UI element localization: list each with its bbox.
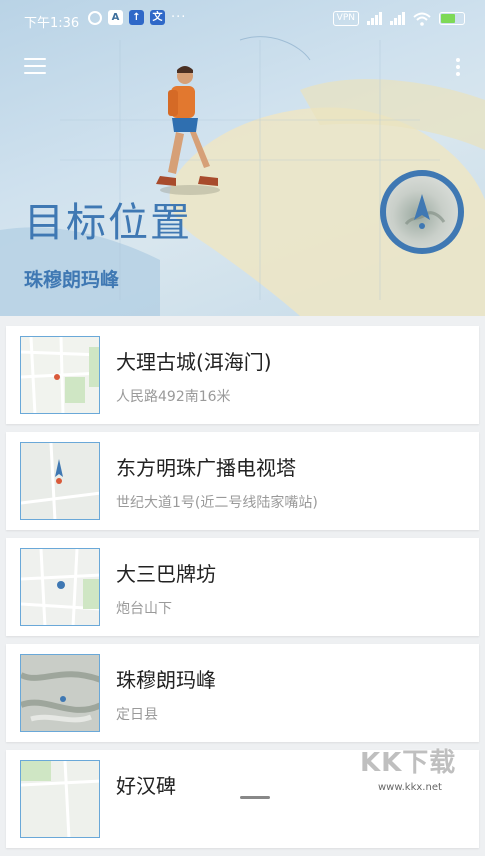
watermark-logo: KK下载 <box>360 748 457 778</box>
status-bar: 下午1:36 A ↑ 文 ··· VPN <box>0 0 485 40</box>
item-title: 珠穆朗玛峰 <box>116 668 216 692</box>
a-app-icon: A <box>108 10 123 25</box>
signal-icon <box>367 12 382 25</box>
watermark: KK下载 www.kkx.net <box>360 742 480 797</box>
item-title: 东方明珠广播电视塔 <box>116 456 296 480</box>
status-time: 下午1:36 <box>24 16 80 31</box>
translate-icon: 文 <box>150 10 165 25</box>
signal-icon <box>390 12 405 25</box>
target-location-name: 珠穆朗玛峰 <box>24 269 120 291</box>
header-banner: 下午1:36 A ↑ 文 ··· VPN 目标位置 珠穆朗玛峰 <box>0 0 485 316</box>
upload-icon: ↑ <box>129 10 144 25</box>
watermark-url: www.kkx.net <box>378 782 442 793</box>
item-title: 大三巴牌坊 <box>116 562 216 586</box>
map-thumbnail <box>20 336 100 414</box>
alarm-icon <box>88 10 102 25</box>
item-title: 大理古城(洱海门) <box>116 350 272 374</box>
list-item[interactable]: 大理古城(洱海门) 人民路492南16米 <box>6 326 479 424</box>
more-options-icon[interactable] <box>455 58 461 78</box>
location-compass-button[interactable] <box>380 170 464 254</box>
item-address: 炮台山下 <box>116 601 172 617</box>
menu-icon[interactable] <box>24 58 46 76</box>
more-notifications: ··· <box>171 10 187 25</box>
map-thumbnail <box>20 442 100 520</box>
list-item[interactable]: 大三巴牌坊 炮台山下 <box>6 538 479 636</box>
wifi-icon <box>413 12 431 26</box>
item-address: 世纪大道1号(近二号线陆家嘴站) <box>116 495 318 511</box>
item-address: 定日县 <box>116 707 158 723</box>
page-title: 目标位置 <box>24 200 192 246</box>
map-thumbnail <box>20 760 100 838</box>
battery-icon <box>439 12 465 25</box>
vpn-badge: VPN <box>332 11 359 26</box>
navigation-arrow-icon <box>404 194 446 229</box>
item-address: 人民路492南16米 <box>116 389 231 405</box>
list-item[interactable]: 东方明珠广播电视塔 世纪大道1号(近二号线陆家嘴站) <box>6 432 479 530</box>
map-thumbnail <box>20 548 100 626</box>
map-thumbnail <box>20 654 100 732</box>
item-title: 好汉碑 <box>116 774 176 798</box>
list-item[interactable]: 珠穆朗玛峰 定日县 <box>6 644 479 742</box>
